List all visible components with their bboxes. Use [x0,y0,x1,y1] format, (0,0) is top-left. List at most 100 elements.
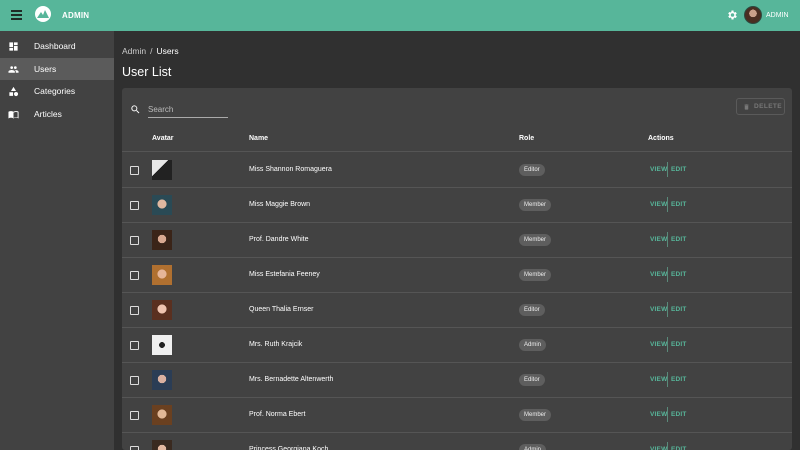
edit-button[interactable]: EDIT [671,376,687,383]
people-icon [8,65,19,73]
view-button[interactable]: VIEW [650,166,667,173]
user-avatar[interactable] [744,6,762,24]
role-badge: Member [519,199,552,211]
page-title: User List [122,65,172,79]
row-checkbox[interactable] [130,411,139,420]
avatar [152,335,172,355]
avatar [152,160,172,180]
view-button[interactable]: VIEW [650,411,667,418]
view-button[interactable]: VIEW [650,201,667,208]
row-checkbox[interactable] [130,446,139,450]
sidebar: Dashboard Users Categories Articles [0,31,114,450]
table-row[interactable]: Miss Maggie Brown Member VIEW EDIT [122,188,792,223]
table-row[interactable]: Queen Thalia Ernser Editor VIEW EDIT [122,293,792,328]
delete-button[interactable]: DELETE [736,98,785,115]
dashboard-icon [9,41,18,51]
search-icon [131,105,140,114]
edit-button[interactable]: EDIT [671,306,687,313]
view-button[interactable]: VIEW [650,446,667,450]
table-row[interactable]: Prof. Norma Ebert Member VIEW EDIT [122,398,792,433]
sidebar-item-articles[interactable]: Articles [0,103,114,125]
user-name: Mrs. Bernadette Altenwerth [249,376,334,383]
view-button[interactable]: VIEW [650,306,667,313]
shapes-icon [9,86,19,96]
user-name: Prof. Dandre White [249,236,309,243]
avatar [152,230,172,250]
sidebar-item-label: Dashboard [34,41,76,51]
table-row[interactable]: Prof. Dandre White Member VIEW EDIT [122,223,792,258]
app-title: ADMIN [62,11,90,20]
user-name: Mrs. Ruth Krajcik [249,341,303,348]
row-checkbox[interactable] [130,271,139,280]
row-checkbox[interactable] [130,306,139,315]
role-badge: Admin [519,444,547,450]
edit-button[interactable]: EDIT [671,446,687,450]
table-row[interactable]: Miss Shannon Romaguera Editor VIEW EDIT [122,153,792,188]
avatar [152,440,172,450]
view-button[interactable]: VIEW [650,341,667,348]
edit-button[interactable]: EDIT [671,201,687,208]
sidebar-item-dashboard[interactable]: Dashboard [0,35,114,57]
table-header: Avatar Name Role Actions [122,132,792,152]
edit-button[interactable]: EDIT [671,271,687,278]
breadcrumb-root[interactable]: Admin [122,46,146,56]
view-button[interactable]: VIEW [650,271,667,278]
avatar [152,300,172,320]
action-divider [667,442,668,450]
row-checkbox[interactable] [130,166,139,175]
search-input[interactable] [148,102,228,118]
avatar [152,370,172,390]
edit-button[interactable]: EDIT [671,166,687,173]
user-name: Miss Estefania Feeney [249,271,320,278]
edit-button[interactable]: EDIT [671,236,687,243]
edit-button[interactable]: EDIT [671,341,687,348]
role-badge: Editor [519,164,545,176]
role-badge: Member [519,409,552,421]
delete-label: DELETE [754,103,783,110]
breadcrumb-separator: / [150,46,153,56]
view-button[interactable]: VIEW [650,236,667,243]
header-name[interactable]: Name [249,135,268,142]
table-row[interactable]: Mrs. Bernadette Altenwerth Editor VIEW EDIT [122,363,792,398]
table-row[interactable]: Princess Georgiana Koch Admin VIEW EDIT [122,433,792,450]
role-badge: Member [519,269,552,281]
table-row[interactable]: Mrs. Ruth Krajcik Admin VIEW EDIT [122,328,792,363]
sidebar-item-categories[interactable]: Categories [0,80,114,102]
row-checkbox[interactable] [130,341,139,350]
user-name: Prof. Norma Ebert [249,411,306,418]
user-name: Princess Georgiana Koch [249,446,329,450]
edit-button[interactable]: EDIT [671,411,687,418]
row-checkbox[interactable] [130,201,139,210]
view-button[interactable]: VIEW [650,376,667,383]
role-badge: Member [519,234,552,246]
table-row[interactable]: Miss Estefania Feeney Member VIEW EDIT [122,258,792,293]
row-checkbox[interactable] [130,376,139,385]
user-name: Miss Maggie Brown [249,201,311,208]
breadcrumb: Admin / Users [122,46,179,56]
mountain-logo-icon [35,6,51,22]
trash-icon [744,103,749,110]
avatar [152,265,172,285]
role-badge: Admin [519,339,547,351]
action-divider [667,267,668,282]
menu-icon[interactable] [11,10,22,21]
breadcrumb-current: Users [156,46,179,56]
sidebar-item-users[interactable]: Users [0,58,114,80]
avatar [152,195,172,215]
action-divider [667,232,668,247]
sidebar-item-label: Categories [34,86,76,96]
action-divider [667,162,668,177]
role-badge: Editor [519,304,545,316]
user-name: Queen Thalia Ernser [249,306,314,313]
sidebar-item-label: Users [34,64,57,74]
header-role[interactable]: Role [519,135,534,142]
avatar [152,405,172,425]
row-checkbox[interactable] [130,236,139,245]
user-list-card: DELETE Avatar Name Role Actions Miss Sha… [122,88,792,450]
role-badge: Editor [519,374,545,386]
top-app-bar: ADMIN ADMIN [0,0,800,31]
gear-icon[interactable] [726,9,738,21]
action-divider [667,337,668,352]
user-label[interactable]: ADMIN [766,12,789,19]
action-divider [667,407,668,422]
